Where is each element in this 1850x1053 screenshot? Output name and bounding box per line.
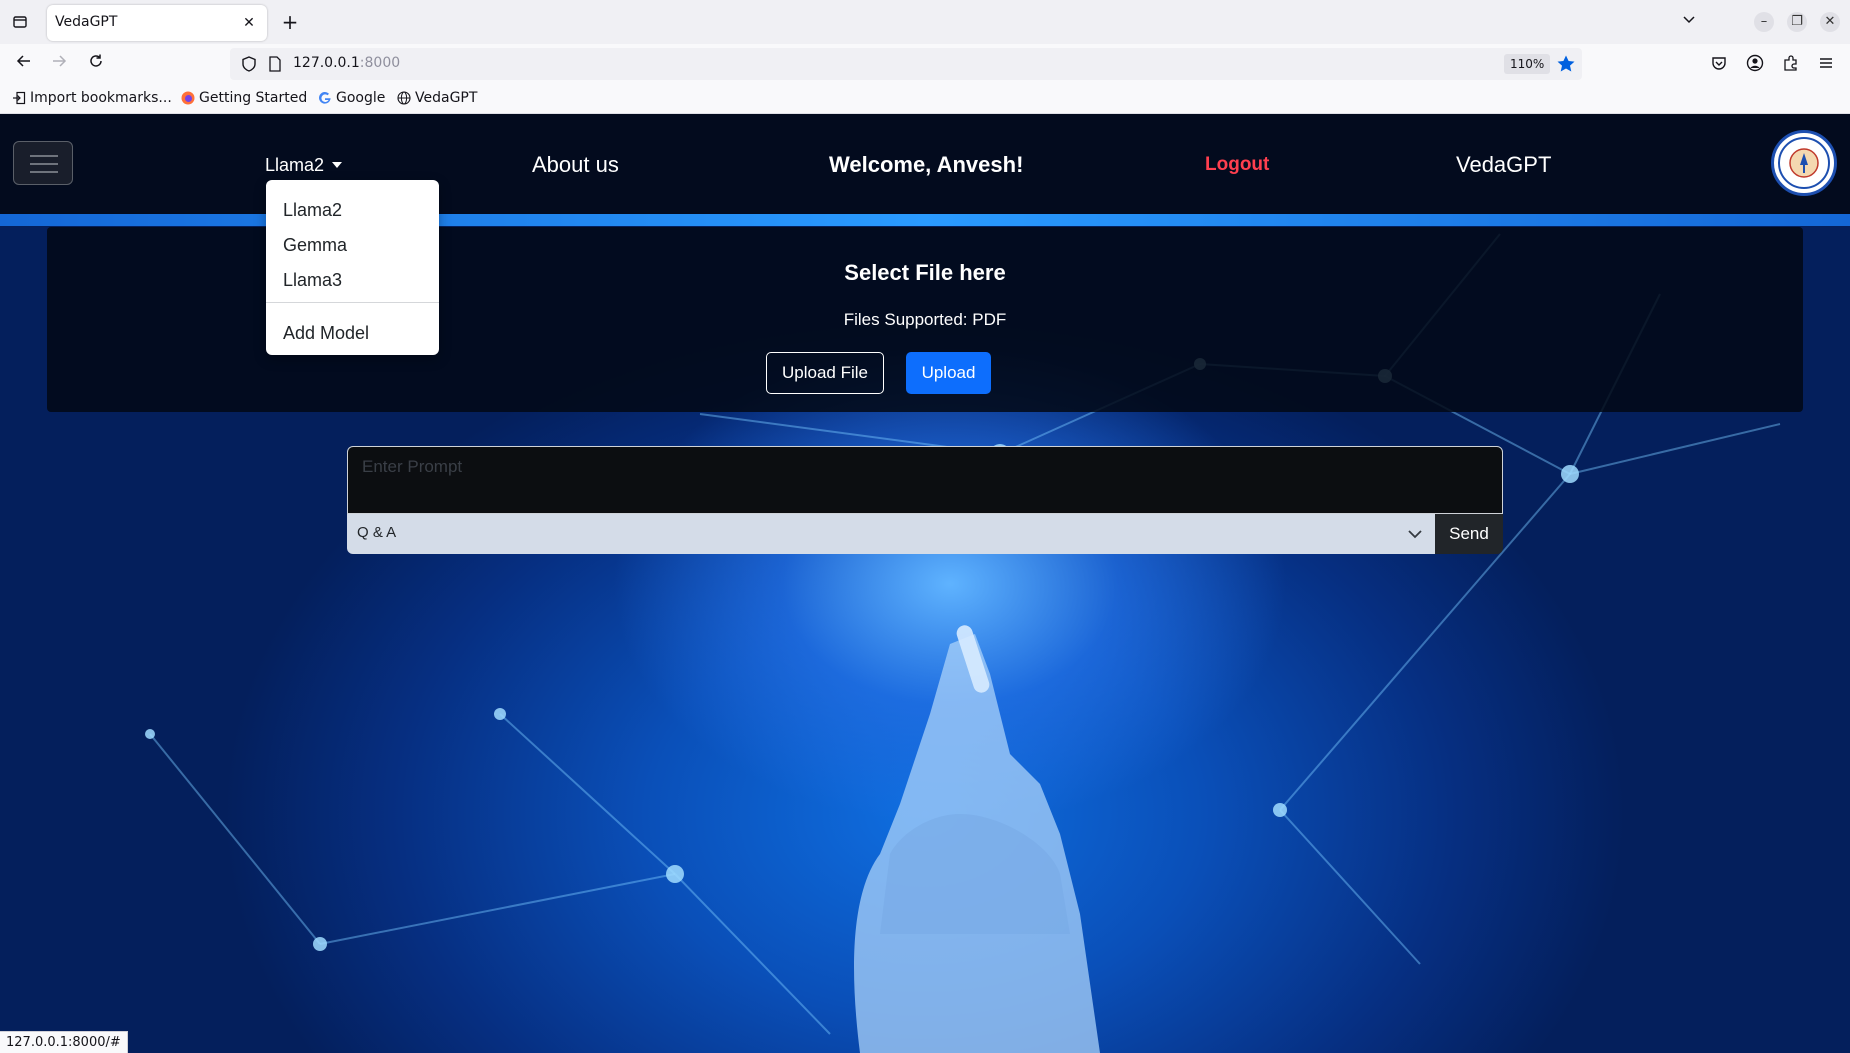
status-bar-url: 127.0.0.1:8000/#: [0, 1031, 128, 1053]
selected-model-label: Llama2: [265, 155, 325, 175]
upload-button[interactable]: Upload: [906, 352, 991, 394]
restore-icon[interactable]: ❐: [1787, 12, 1807, 32]
logout-link[interactable]: Logout: [1205, 154, 1269, 176]
model-option-llama3[interactable]: Llama3: [283, 270, 342, 291]
bookmark-getting-started[interactable]: Getting Started: [181, 90, 307, 106]
tracking-shield-icon[interactable]: [240, 55, 258, 73]
tab-close-icon[interactable]: ✕: [239, 13, 259, 33]
chevron-down-icon: [1407, 526, 1423, 542]
drdo-logo: [1771, 130, 1837, 196]
back-icon[interactable]: [12, 52, 36, 76]
extensions-icon[interactable]: [1782, 54, 1802, 74]
brand-link[interactable]: VedaGPT: [1456, 152, 1551, 178]
browser-toolbar: 127.0.0.1:8000 110%: [0, 44, 1850, 84]
browser-tab-bar: VedaGPT ✕ + – ❐ ✕: [0, 0, 1850, 44]
model-option-llama2[interactable]: Llama2: [283, 200, 342, 221]
bookmark-import[interactable]: Import bookmarks...: [12, 90, 172, 106]
browser-tab[interactable]: VedaGPT ✕: [47, 5, 267, 41]
model-dropdown-menu: Llama2 Gemma Llama3 Add Model: [266, 180, 439, 355]
import-icon: [12, 91, 26, 105]
bookmark-label: Getting Started: [199, 90, 308, 106]
welcome-message: Welcome, Anvesh!: [829, 152, 1024, 177]
url-bar[interactable]: 127.0.0.1:8000 110%: [230, 48, 1582, 80]
page-info-icon[interactable]: [268, 56, 282, 72]
bookmarks-toolbar: Import bookmarks... Getting Started Goog…: [0, 84, 1850, 114]
new-tab-icon[interactable]: +: [278, 10, 302, 34]
prompt-textarea[interactable]: Enter Prompt: [347, 446, 1503, 514]
prompt-placeholder: Enter Prompt: [362, 457, 463, 476]
robot-hand-illustration: [854, 625, 1100, 1053]
window-close-icon[interactable]: ✕: [1820, 12, 1840, 32]
bookmark-label: VedaGPT: [415, 90, 478, 106]
tab-title: VedaGPT: [55, 14, 118, 30]
account-icon[interactable]: [1746, 54, 1766, 74]
minimize-icon[interactable]: –: [1754, 12, 1774, 32]
globe-icon: [397, 91, 411, 105]
forward-icon[interactable]: [47, 52, 71, 76]
model-option-gemma[interactable]: Gemma: [283, 235, 347, 256]
bookmark-label: Import bookmarks...: [30, 90, 172, 106]
menu-toggle-button[interactable]: [13, 141, 73, 185]
dropdown-divider: [266, 302, 439, 303]
url-host: 127.0.0.1: [293, 55, 360, 71]
choose-file-button[interactable]: Upload File: [766, 352, 884, 394]
menu-icon[interactable]: [1817, 54, 1837, 74]
tab-list-icon[interactable]: [8, 10, 32, 34]
send-button[interactable]: Send: [1435, 514, 1503, 554]
caret-down-icon: [332, 162, 343, 168]
about-us-link[interactable]: About us: [532, 152, 619, 178]
mode-select[interactable]: Q & A: [347, 514, 1435, 554]
list-all-tabs-icon[interactable]: [1679, 12, 1699, 32]
pocket-icon[interactable]: [1710, 54, 1730, 74]
google-icon: [318, 91, 332, 105]
bookmark-vedagpt[interactable]: VedaGPT: [397, 90, 477, 106]
firefox-icon: [181, 91, 195, 105]
mode-select-value: Q & A: [357, 524, 397, 541]
bookmark-star-icon[interactable]: [1556, 54, 1576, 74]
zoom-level-badge[interactable]: 110%: [1504, 54, 1551, 74]
reload-icon[interactable]: [84, 52, 108, 76]
url-text: 127.0.0.1:8000: [293, 55, 400, 71]
bookmark-google[interactable]: Google: [318, 90, 385, 106]
model-dropdown-toggle[interactable]: Llama2: [265, 155, 343, 176]
add-model-option[interactable]: Add Model: [283, 323, 369, 344]
url-port: :8000: [359, 55, 401, 71]
bookmark-label: Google: [336, 90, 386, 106]
page-viewport: Llama2 About us Welcome, Anvesh! Logout …: [0, 114, 1850, 1053]
